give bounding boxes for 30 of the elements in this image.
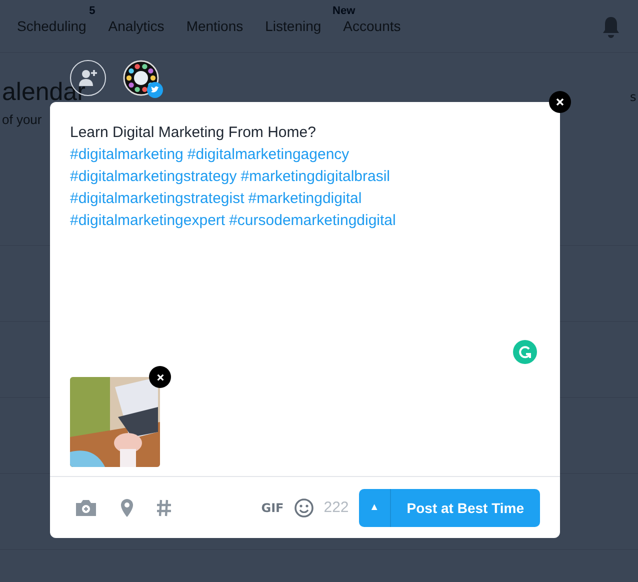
location-pin-icon[interactable] bbox=[120, 498, 134, 518]
close-icon bbox=[156, 372, 164, 382]
post-button[interactable]: Post at Best Time bbox=[390, 488, 540, 526]
hashtag-link[interactable]: #cursodemarketingdigital bbox=[229, 212, 396, 229]
gif-button[interactable]: GIF bbox=[261, 500, 284, 514]
hashtag-link[interactable]: #digitalmarketingagency bbox=[187, 146, 350, 163]
hashtag-link[interactable]: #digitalmarketingexpert bbox=[70, 212, 226, 229]
hashtag-link[interactable]: #marketingdigital bbox=[248, 190, 362, 207]
schedule-options-button[interactable]: ▲ bbox=[358, 488, 391, 526]
nav-badge-label: 5 bbox=[89, 5, 96, 17]
bird-badge-icon bbox=[147, 82, 163, 98]
nav-tab[interactable]: Accounts bbox=[343, 18, 401, 34]
post-text: Learn Digital Marketing From Home? bbox=[70, 123, 317, 143]
close-icon bbox=[555, 97, 565, 107]
remove-image-button[interactable] bbox=[149, 366, 171, 388]
nav-tab[interactable]: Mentions bbox=[186, 18, 244, 34]
page-title: alendar bbox=[2, 78, 86, 107]
close-button[interactable] bbox=[549, 91, 571, 113]
page-subtitle: of your bbox=[2, 112, 42, 127]
hashtag-link[interactable]: #marketingdigitalbrasil bbox=[240, 168, 390, 185]
side-text: s bbox=[630, 90, 636, 104]
grammar-check-icon[interactable] bbox=[513, 340, 537, 364]
hashtag-link[interactable]: #digitalmarketing bbox=[70, 146, 184, 163]
hashtag-link[interactable]: #digitalmarketingstrategy bbox=[70, 168, 237, 185]
hashtag-icon[interactable] bbox=[156, 498, 172, 516]
emoji-icon[interactable] bbox=[294, 498, 314, 518]
character-count: 222 bbox=[324, 499, 349, 516]
camera-icon[interactable] bbox=[74, 498, 98, 516]
hashtag-link[interactable]: #digitalmarketingstrategist bbox=[70, 190, 244, 207]
nav-tab[interactable]: Analytics bbox=[108, 18, 164, 34]
